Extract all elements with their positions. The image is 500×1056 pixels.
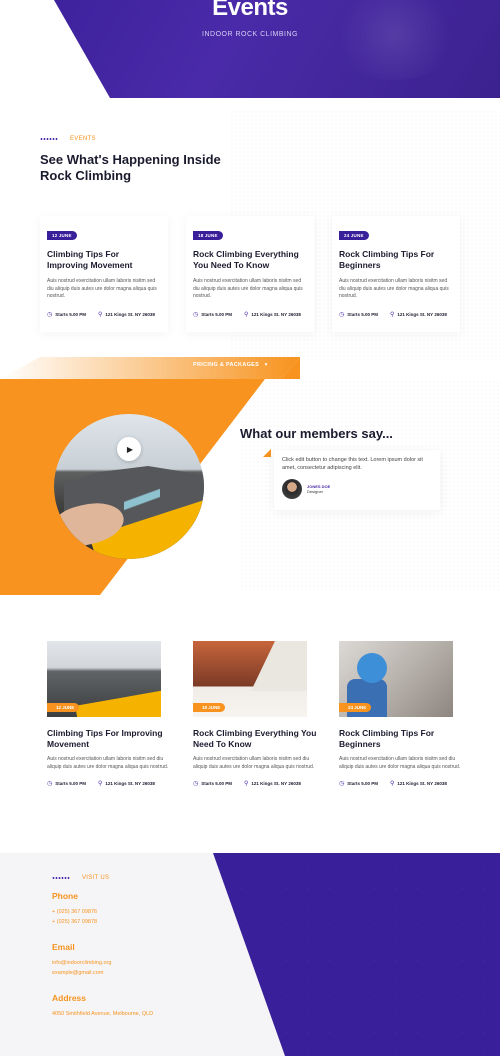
dots-decoration: [40, 138, 58, 140]
event-photo[interactable]: 24 JUNE: [339, 641, 453, 717]
page-subtitle: INDOOR ROCK CLIMBING: [202, 31, 298, 38]
event-description: Auis nostrud exercitation ullam laboris …: [339, 756, 461, 770]
location-pin-icon: ⚲: [98, 311, 103, 318]
phone-heading: Phone: [52, 891, 78, 901]
event-meta: ◷ Starts 5.00 PM ⚲ 121 Kings St. NY 2603…: [339, 780, 467, 787]
clock-icon: ◷: [339, 781, 345, 787]
event-photo[interactable]: 12 JUNE: [47, 641, 161, 717]
address-heading: Address: [52, 993, 87, 1003]
event-time: Starts 5.00 PM: [347, 311, 379, 317]
visit-eyebrow: VISIT US: [52, 875, 109, 881]
clock-icon: ◷: [339, 311, 345, 318]
event-description: Auis nostrud exercitation ullam laboris …: [47, 756, 169, 770]
event-location: 121 Kings St. NY 26038: [251, 311, 301, 317]
event-title[interactable]: Rock Climbing Everything You Need To Kno…: [193, 249, 307, 271]
event-title[interactable]: Climbing Tips For Improving Movement: [47, 728, 175, 750]
date-badge: 12 JUNE: [47, 703, 80, 712]
location-pin-icon: ⚲: [244, 311, 249, 318]
event-location: 121 Kings St. NY 26038: [397, 781, 447, 786]
date-badge: 12 JUNE: [47, 231, 77, 240]
page-title: Events: [212, 0, 288, 21]
event-description: Auis nostrud exercitation ullam laboris …: [193, 278, 303, 299]
event-location: 121 Kings St. NY 26038: [251, 781, 301, 786]
event-description: Auis nostrud exercitation ullam laboris …: [47, 278, 157, 299]
testimonial-quote: Click edit button to change this text. L…: [282, 457, 423, 471]
date-badge: 18 JUNE: [193, 231, 223, 240]
orange-accent-fade: [0, 357, 300, 379]
event-time: Starts 5.00 PM: [201, 781, 233, 786]
event-location: 121 Kings St. NY 26038: [397, 311, 447, 317]
clock-icon: ◷: [47, 311, 53, 318]
event-description: Auis nostrud exercitation ullam laboris …: [339, 278, 449, 299]
visit-eyebrow-label: VISIT US: [82, 875, 110, 881]
date-badge: 18 JUNE: [193, 703, 226, 712]
event-title[interactable]: Rock Climbing Tips For Beginners: [339, 728, 467, 750]
testimonial-author: JONES DOE Designer: [282, 479, 432, 499]
chevron-down-icon: ▾: [260, 362, 268, 368]
author-role: Designer: [307, 489, 324, 494]
date-badge: 24 JUNE: [339, 703, 372, 712]
event-title[interactable]: Climbing Tips For Improving Movement: [47, 249, 161, 271]
event-location: 121 Kings St. NY 26038: [105, 311, 155, 317]
event-card[interactable]: 18 JUNE Rock Climbing Everything You Nee…: [186, 216, 314, 332]
location-pin-icon: ⚲: [390, 781, 395, 787]
event-card[interactable]: 12 JUNE Climbing Tips For Improving Move…: [47, 641, 175, 787]
event-card[interactable]: 12 JUNE Climbing Tips For Improving Move…: [40, 216, 168, 332]
play-button[interactable]: ▶: [117, 437, 141, 461]
hero-banner: Events INDOOR ROCK CLIMBING: [0, 0, 500, 98]
phone-number[interactable]: + (025) 367 09876: [52, 909, 97, 915]
pricing-packages-link[interactable]: PRICING & PACKAGES ▾: [193, 362, 268, 368]
event-card[interactable]: 24 JUNE Rock Climbing Tips For Beginners…: [339, 641, 467, 787]
date-badge: 24 JUNE: [339, 231, 369, 240]
location-pin-icon: ⚲: [244, 781, 249, 787]
event-description: Auis nostrud exercitation ullam laboris …: [193, 756, 315, 770]
event-time: Starts 5.00 PM: [347, 781, 379, 786]
email-link[interactable]: info@indoorclimbing.org: [52, 960, 111, 966]
play-icon: ▶: [126, 444, 134, 454]
events-eyebrow: EVENTS: [40, 136, 96, 142]
clock-icon: ◷: [193, 781, 199, 787]
event-time: Starts 5.00 PM: [55, 781, 87, 786]
clock-icon: ◷: [193, 311, 199, 318]
events-eyebrow-label: EVENTS: [70, 136, 96, 142]
event-time: Starts 5.00 PM: [55, 311, 87, 317]
event-meta: ◷ Starts 5.00 PM ⚲ 121 Kings St. NY 2603…: [47, 780, 175, 787]
testimonial-title: What our members say...: [240, 426, 393, 441]
event-card[interactable]: 18 JUNE Rock Climbing Everything You Nee…: [193, 641, 321, 787]
testimonial-card: Click edit button to change this text. L…: [274, 450, 440, 510]
email-link[interactable]: example@gmail.com: [52, 970, 103, 976]
climbing-video-thumbnail[interactable]: [54, 414, 204, 559]
email-heading: Email: [52, 942, 75, 952]
location-pin-icon: ⚲: [98, 781, 103, 787]
event-meta: ◷ Starts 5.00 PM ⚲ 121 Kings St. NY 2603…: [339, 311, 453, 318]
event-location: 121 Kings St. NY 26038: [105, 781, 155, 786]
event-meta: ◷ Starts 5.00 PM ⚲ 121 Kings St. NY 2603…: [193, 780, 321, 787]
event-photo[interactable]: 18 JUNE: [193, 641, 307, 717]
phone-number[interactable]: + (025) 367 09878: [52, 919, 97, 925]
event-meta: ◷ Starts 5.00 PM ⚲ 121 Kings St. NY 2603…: [47, 311, 161, 318]
dots-decoration: [52, 877, 70, 879]
pricing-packages-label: PRICING & PACKAGES: [193, 362, 260, 368]
location-pin-icon: ⚲: [390, 311, 395, 318]
event-title[interactable]: Rock Climbing Everything You Need To Kno…: [193, 728, 321, 750]
event-time: Starts 5.00 PM: [201, 311, 233, 317]
event-meta: ◷ Starts 5.00 PM ⚲ 121 Kings St. NY 2603…: [193, 311, 307, 318]
avatar: [282, 479, 302, 499]
event-title[interactable]: Rock Climbing Tips For Beginners: [339, 249, 453, 271]
address-text: 4050 Smithfield Avenue, Melbourne, QLD: [52, 1011, 154, 1017]
events-section-title: See What's Happening Inside Rock Climbin…: [40, 152, 221, 183]
clock-icon: ◷: [47, 781, 53, 787]
event-card[interactable]: 24 JUNE Rock Climbing Tips For Beginners…: [332, 216, 460, 332]
